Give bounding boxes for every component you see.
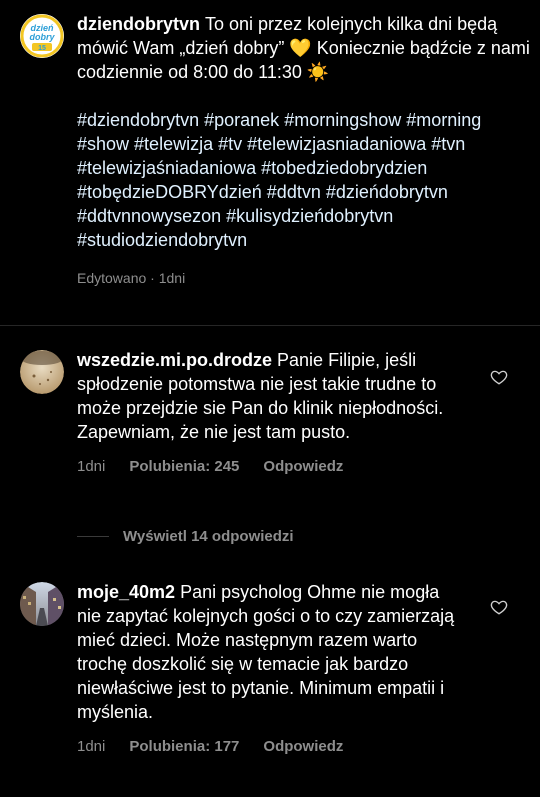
comment-time: 1dni xyxy=(77,458,106,475)
hashtag-link[interactable]: #tv xyxy=(218,134,242,154)
hashtag-link[interactable]: #show xyxy=(77,134,129,154)
comment-body: wszedzie.mi.po.drodze Panie Filipie, jeśl… xyxy=(77,348,462,444)
sand-photo-avatar-icon xyxy=(20,350,64,394)
like-heart-icon[interactable] xyxy=(490,598,508,616)
hashtag-list: #dziendobrytvn #poranek #morningshow #mo… xyxy=(77,108,522,252)
post-meta: Edytowano · 1dni xyxy=(77,266,530,290)
logo-line2: dobry xyxy=(29,32,55,42)
likes-count-button[interactable]: Polubienia: 177 xyxy=(129,738,239,755)
comment-body: moje_40m2 Pani psycholog Ohme nie mogła n… xyxy=(77,580,462,724)
view-replies-label: Wyświetl 14 odpowiedzi xyxy=(123,528,294,545)
like-heart-icon[interactable] xyxy=(490,368,508,386)
comment-actions: 1dni Polubienia: 177 Odpowiedz xyxy=(77,738,530,755)
street-photo-avatar-icon xyxy=(20,582,64,626)
caption-body: dziendobrytvn To oni przez kolejnych kilk… xyxy=(77,12,530,84)
dziendobrytvn-logo-avatar[interactable]: dzień dobry 15 xyxy=(20,14,64,58)
post-author-username[interactable]: dziendobrytvn xyxy=(77,14,200,34)
view-replies-button[interactable]: Wyświetl 14 odpowiedzi xyxy=(77,528,294,545)
hashtag-link[interactable]: #dziendobrytvn xyxy=(77,110,199,130)
hashtag-link[interactable]: #ddtvnnowysezon xyxy=(77,206,221,226)
comment-item: wszedzie.mi.po.drodze Panie Filipie, jeśl… xyxy=(20,348,530,475)
hashtag-link[interactable]: #studiodziendobrytvn xyxy=(77,230,247,250)
commenter-avatar[interactable] xyxy=(20,350,64,394)
comment-item: moje_40m2 Pani psycholog Ohme nie mogła n… xyxy=(20,580,530,755)
post-time: 1dni xyxy=(158,270,186,286)
hashtag-link[interactable]: #morningshow xyxy=(284,110,401,130)
replies-line xyxy=(77,536,109,537)
commenter-avatar[interactable] xyxy=(20,582,64,626)
hashtag-link[interactable]: #poranek xyxy=(204,110,279,130)
comment-actions: 1dni Polubienia: 245 Odpowiedz xyxy=(77,458,530,475)
meta-separator: · xyxy=(150,270,155,286)
comment-text: Pani psycholog Ohme nie mogła nie zapyta… xyxy=(77,582,455,722)
hashtag-link[interactable]: #tvn xyxy=(431,134,465,154)
hashtag-link[interactable]: #ddtvn xyxy=(267,182,321,202)
edited-label: Edytowano xyxy=(77,270,147,286)
caption-divider xyxy=(0,325,540,326)
hashtag-link[interactable]: #morning xyxy=(406,110,481,130)
hashtag-link[interactable]: #tobędzieDOBRYdzień xyxy=(77,182,262,202)
hashtag-link[interactable]: #dzieńdobrytvn xyxy=(326,182,448,202)
hashtag-link[interactable]: #telewizjaśniadaniowa xyxy=(77,158,256,178)
logo-badge: 15 xyxy=(38,45,46,52)
reply-button[interactable]: Odpowiedz xyxy=(263,738,343,755)
hashtag-link[interactable]: #kulisydzieńdobrytvn xyxy=(226,206,393,226)
comment-author-username[interactable]: moje_40m2 xyxy=(77,582,175,602)
post-caption: dzień dobry 15 dziendobrytvn To oni przez… xyxy=(20,12,530,290)
comment-author-username[interactable]: wszedzie.mi.po.drodze xyxy=(77,350,272,370)
reply-button[interactable]: Odpowiedz xyxy=(263,458,343,475)
hashtag-link[interactable]: #telewizja xyxy=(134,134,213,154)
hashtag-link[interactable]: #tobedziedobrydzien xyxy=(261,158,427,178)
likes-count-button[interactable]: Polubienia: 245 xyxy=(129,458,239,475)
hashtag-link[interactable]: #telewizjasniadaniowa xyxy=(247,134,426,154)
comment-time: 1dni xyxy=(77,738,106,755)
dziendobry-logo-icon: dzień dobry 15 xyxy=(20,14,64,58)
